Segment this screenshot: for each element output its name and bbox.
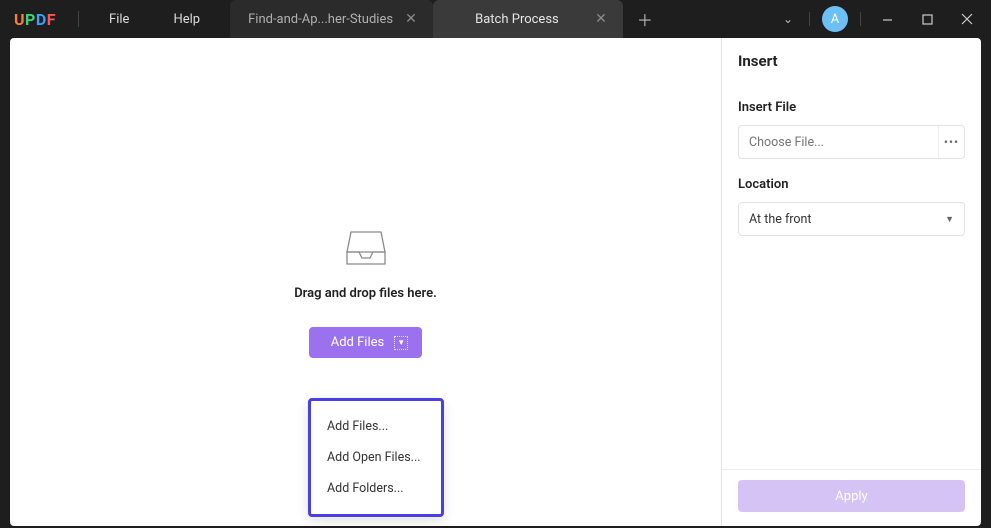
close-window-button[interactable]	[947, 0, 987, 38]
add-files-dropdown: Add Files... Add Open Files... Add Folde…	[308, 398, 444, 517]
user-avatar[interactable]: A	[822, 6, 848, 32]
tab-close-icon[interactable]: ✕	[591, 9, 611, 29]
insert-file-label: Insert File	[738, 100, 965, 115]
sidebar-footer: Apply	[722, 469, 981, 526]
workspace: Drag and drop files here. Add Files ▼ Ad…	[10, 38, 981, 526]
tab-batch-process[interactable]: Batch Process ✕	[433, 0, 623, 38]
tab-label: Find-and-Ap...her-Studies	[248, 12, 393, 27]
main-area: Drag and drop files here. Add Files ▼ Ad…	[10, 38, 721, 526]
separator	[809, 12, 810, 26]
sidebar-title: Insert	[722, 38, 981, 84]
add-files-label: Add Files	[331, 335, 384, 350]
menu-add-files[interactable]: Add Files...	[311, 411, 441, 442]
dropzone-instruction: Drag and drop files here.	[216, 286, 516, 301]
minimize-icon	[882, 14, 893, 25]
apply-button[interactable]: Apply	[738, 480, 965, 512]
inbox-icon	[345, 226, 387, 266]
location-label: Location	[738, 177, 965, 192]
titlebar: UPDF File Help Find-and-Ap...her-Studies…	[0, 0, 991, 38]
add-files-button[interactable]: Add Files ▼	[309, 327, 422, 358]
menu-help[interactable]: Help	[151, 12, 222, 27]
sidebar-panel: Insert Insert File ••• Location At the f…	[721, 38, 981, 526]
tab-close-icon[interactable]: ✕	[401, 9, 421, 29]
browse-button[interactable]: •••	[938, 126, 964, 158]
tab-overflow-button[interactable]: ⌄	[773, 12, 803, 26]
tab-strip: Find-and-Ap...her-Studies ✕ Batch Proces…	[230, 0, 667, 38]
chevron-down-icon: ▼	[945, 214, 954, 225]
menu-add-folders[interactable]: Add Folders...	[311, 473, 441, 504]
menu-file[interactable]: File	[87, 12, 151, 27]
minimize-button[interactable]	[867, 0, 907, 38]
choose-file-input[interactable]	[739, 135, 938, 150]
maximize-icon	[922, 14, 933, 25]
dropzone[interactable]: Drag and drop files here. Add Files ▼	[216, 226, 516, 358]
tab-document[interactable]: Find-and-Ap...her-Studies ✕	[230, 0, 433, 38]
separator	[78, 11, 79, 27]
new-tab-button[interactable]: ＋	[623, 0, 667, 38]
close-icon	[961, 13, 973, 25]
chevron-down-icon: ▼	[394, 336, 408, 350]
maximize-button[interactable]	[907, 0, 947, 38]
choose-file-field[interactable]: •••	[738, 125, 965, 159]
tab-label: Batch Process	[451, 12, 583, 27]
menu-add-open-files[interactable]: Add Open Files...	[311, 442, 441, 473]
ellipsis-icon: •••	[944, 135, 959, 149]
location-select[interactable]: At the front ▼	[738, 202, 965, 236]
separator	[860, 12, 861, 26]
sidebar-body: Insert File ••• Location At the front ▼	[722, 84, 981, 469]
app-logo: UPDF	[14, 10, 56, 29]
location-value: At the front	[749, 212, 812, 227]
